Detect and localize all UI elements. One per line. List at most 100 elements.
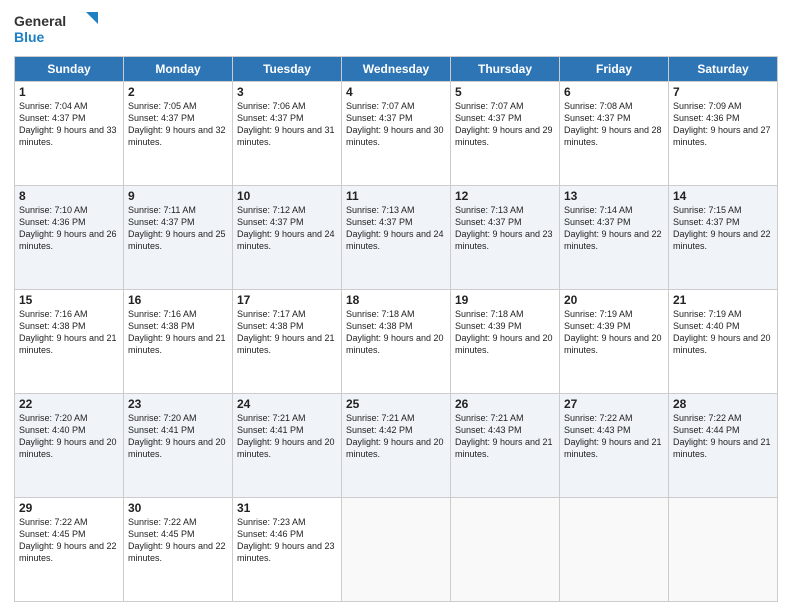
day-cell: 28 Sunrise: 7:22 AMSunset: 4:44 PMDayligh… [669, 394, 778, 498]
day-info: Sunrise: 7:07 AMSunset: 4:37 PMDaylight:… [346, 101, 444, 147]
day-number: 24 [237, 397, 337, 411]
day-info: Sunrise: 7:21 AMSunset: 4:41 PMDaylight:… [237, 413, 335, 459]
day-info: Sunrise: 7:21 AMSunset: 4:42 PMDaylight:… [346, 413, 444, 459]
day-cell: 31 Sunrise: 7:23 AMSunset: 4:46 PMDayligh… [233, 498, 342, 602]
week-row-5: 29 Sunrise: 7:22 AMSunset: 4:45 PMDayligh… [15, 498, 778, 602]
day-number: 9 [128, 189, 228, 203]
day-cell [342, 498, 451, 602]
day-cell: 21Sunrise: 7:19 AMSunset: 4:40 PMDayligh… [669, 290, 778, 394]
col-header-sunday: Sunday [15, 57, 124, 82]
col-header-friday: Friday [560, 57, 669, 82]
day-cell: 11 Sunrise: 7:13 AMSunset: 4:37 PMDayligh… [342, 186, 451, 290]
day-number: 31 [237, 501, 337, 515]
day-cell [669, 498, 778, 602]
day-info: Sunrise: 7:08 AMSunset: 4:37 PMDaylight:… [564, 101, 662, 147]
day-info: Sunrise: 7:19 AMSunset: 4:39 PMDaylight:… [564, 309, 662, 355]
day-cell: 6 Sunrise: 7:08 AMSunset: 4:37 PMDaylight… [560, 82, 669, 186]
day-info: Sunrise: 7:11 AMSunset: 4:37 PMDaylight:… [128, 205, 226, 251]
day-cell: 10 Sunrise: 7:12 AMSunset: 4:37 PMDayligh… [233, 186, 342, 290]
day-info: Sunrise: 7:17 AMSunset: 4:38 PMDaylight:… [237, 309, 335, 355]
day-number: 6 [564, 85, 664, 99]
col-header-wednesday: Wednesday [342, 57, 451, 82]
day-info: Sunrise: 7:22 AMSunset: 4:43 PMDaylight:… [564, 413, 662, 459]
col-header-tuesday: Tuesday [233, 57, 342, 82]
day-number: 25 [346, 397, 446, 411]
day-info: Sunrise: 7:06 AMSunset: 4:37 PMDaylight:… [237, 101, 335, 147]
day-number: 22 [19, 397, 119, 411]
day-cell: 26 Sunrise: 7:21 AMSunset: 4:43 PMDayligh… [451, 394, 560, 498]
col-header-thursday: Thursday [451, 57, 560, 82]
day-number: 10 [237, 189, 337, 203]
day-info: Sunrise: 7:15 AMSunset: 4:37 PMDaylight:… [673, 205, 771, 251]
day-info: Sunrise: 7:18 AMSunset: 4:38 PMDaylight:… [346, 309, 444, 355]
logo: General Blue [14, 10, 104, 48]
day-cell: 3Sunrise: 7:06 AMSunset: 4:37 PMDaylight… [233, 82, 342, 186]
day-cell: 24 Sunrise: 7:21 AMSunset: 4:41 PMDayligh… [233, 394, 342, 498]
day-cell: 17Sunrise: 7:17 AMSunset: 4:38 PMDayligh… [233, 290, 342, 394]
day-cell: 20 Sunrise: 7:19 AMSunset: 4:39 PMDayligh… [560, 290, 669, 394]
day-cell: 18 Sunrise: 7:18 AMSunset: 4:38 PMDayligh… [342, 290, 451, 394]
day-info: Sunrise: 7:10 AMSunset: 4:36 PMDaylight:… [19, 205, 117, 251]
day-number: 18 [346, 293, 446, 307]
day-cell: 7 Sunrise: 7:09 AMSunset: 4:36 PMDaylight… [669, 82, 778, 186]
day-cell: 22 Sunrise: 7:20 AMSunset: 4:40 PMDayligh… [15, 394, 124, 498]
day-info: Sunrise: 7:13 AMSunset: 4:37 PMDaylight:… [455, 205, 553, 251]
day-number: 20 [564, 293, 664, 307]
day-cell: 2Sunrise: 7:05 AMSunset: 4:37 PMDaylight… [124, 82, 233, 186]
day-cell [451, 498, 560, 602]
day-number: 16 [128, 293, 228, 307]
day-cell: 4 Sunrise: 7:07 AMSunset: 4:37 PMDaylight… [342, 82, 451, 186]
day-number: 15 [19, 293, 119, 307]
day-cell: 23 Sunrise: 7:20 AMSunset: 4:41 PMDayligh… [124, 394, 233, 498]
day-number: 13 [564, 189, 664, 203]
day-info: Sunrise: 7:16 AMSunset: 4:38 PMDaylight:… [128, 309, 226, 355]
day-number: 19 [455, 293, 555, 307]
day-info: Sunrise: 7:22 AMSunset: 4:45 PMDaylight:… [19, 517, 117, 563]
day-number: 28 [673, 397, 773, 411]
day-number: 23 [128, 397, 228, 411]
col-header-monday: Monday [124, 57, 233, 82]
calendar-table: SundayMondayTuesdayWednesdayThursdayFrid… [14, 56, 778, 602]
week-row-3: 15 Sunrise: 7:16 AMSunset: 4:38 PMDayligh… [15, 290, 778, 394]
day-cell [560, 498, 669, 602]
day-cell: 29 Sunrise: 7:22 AMSunset: 4:45 PMDayligh… [15, 498, 124, 602]
day-number: 30 [128, 501, 228, 515]
day-cell: 25 Sunrise: 7:21 AMSunset: 4:42 PMDayligh… [342, 394, 451, 498]
day-info: Sunrise: 7:22 AMSunset: 4:44 PMDaylight:… [673, 413, 771, 459]
day-cell: 12 Sunrise: 7:13 AMSunset: 4:37 PMDayligh… [451, 186, 560, 290]
day-number: 4 [346, 85, 446, 99]
day-info: Sunrise: 7:04 AMSunset: 4:37 PMDaylight:… [19, 101, 117, 147]
day-info: Sunrise: 7:09 AMSunset: 4:36 PMDaylight:… [673, 101, 771, 147]
svg-text:General: General [14, 13, 66, 29]
day-cell: 27Sunrise: 7:22 AMSunset: 4:43 PMDayligh… [560, 394, 669, 498]
day-info: Sunrise: 7:14 AMSunset: 4:37 PMDaylight:… [564, 205, 662, 251]
day-number: 21 [673, 293, 773, 307]
day-number: 1 [19, 85, 119, 99]
day-info: Sunrise: 7:21 AMSunset: 4:43 PMDaylight:… [455, 413, 553, 459]
day-number: 14 [673, 189, 773, 203]
day-cell: 19Sunrise: 7:18 AMSunset: 4:39 PMDayligh… [451, 290, 560, 394]
logo-svg: General Blue [14, 10, 104, 48]
day-cell: 1 Sunrise: 7:04 AMSunset: 4:37 PMDaylight… [15, 82, 124, 186]
day-number: 5 [455, 85, 555, 99]
day-info: Sunrise: 7:20 AMSunset: 4:40 PMDaylight:… [19, 413, 117, 459]
day-info: Sunrise: 7:12 AMSunset: 4:37 PMDaylight:… [237, 205, 335, 251]
day-cell: 8Sunrise: 7:10 AMSunset: 4:36 PMDaylight… [15, 186, 124, 290]
day-number: 12 [455, 189, 555, 203]
day-number: 29 [19, 501, 119, 515]
day-number: 2 [128, 85, 228, 99]
header: General Blue [14, 10, 778, 48]
day-cell: 5Sunrise: 7:07 AMSunset: 4:37 PMDaylight… [451, 82, 560, 186]
day-number: 26 [455, 397, 555, 411]
day-number: 11 [346, 189, 446, 203]
svg-text:Blue: Blue [14, 29, 45, 45]
day-info: Sunrise: 7:13 AMSunset: 4:37 PMDaylight:… [346, 205, 444, 251]
day-number: 7 [673, 85, 773, 99]
day-cell: 30 Sunrise: 7:22 AMSunset: 4:45 PMDayligh… [124, 498, 233, 602]
day-cell: 15Sunrise: 7:16 AMSunset: 4:38 PMDayligh… [15, 290, 124, 394]
day-info: Sunrise: 7:23 AMSunset: 4:46 PMDaylight:… [237, 517, 335, 563]
col-header-saturday: Saturday [669, 57, 778, 82]
week-row-4: 22 Sunrise: 7:20 AMSunset: 4:40 PMDayligh… [15, 394, 778, 498]
day-info: Sunrise: 7:22 AMSunset: 4:45 PMDaylight:… [128, 517, 226, 563]
day-info: Sunrise: 7:20 AMSunset: 4:41 PMDaylight:… [128, 413, 226, 459]
